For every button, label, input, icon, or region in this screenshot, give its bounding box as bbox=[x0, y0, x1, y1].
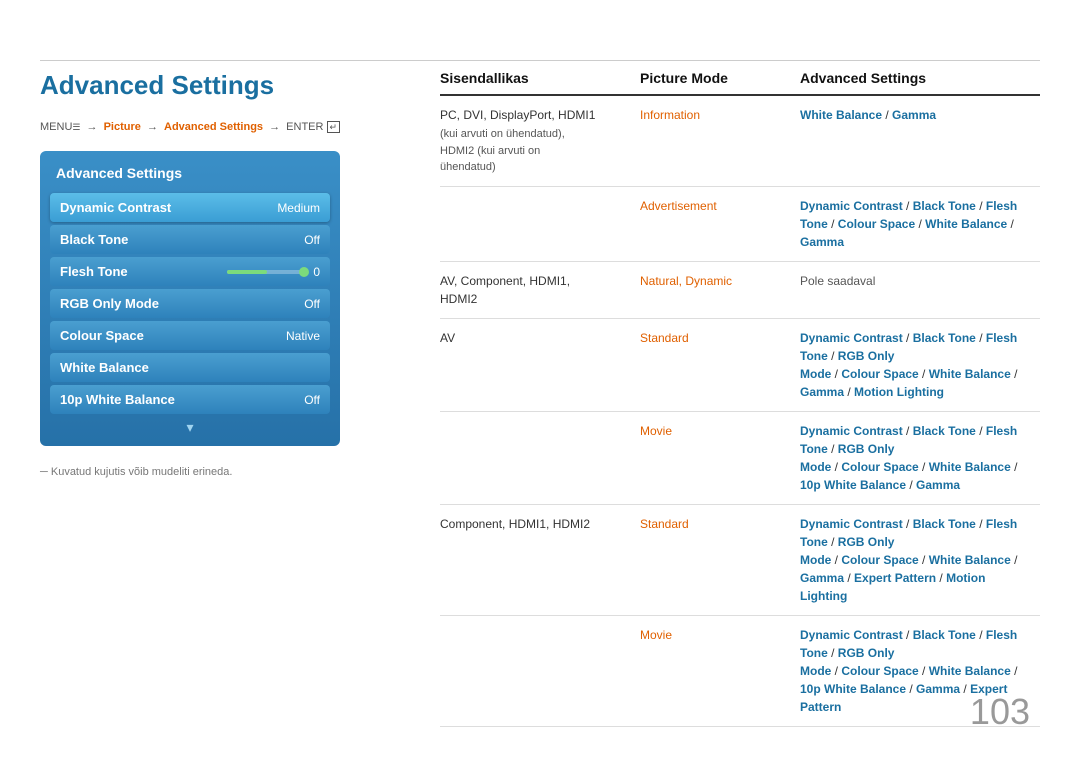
black-tone-label: Black Tone bbox=[60, 232, 128, 247]
flesh-tone-label: Flesh Tone bbox=[60, 264, 128, 279]
settings-cell-3: Pole saadaval bbox=[800, 272, 1040, 290]
table-row: AV Standard Dynamic Contrast / Black Ton… bbox=[440, 319, 1040, 412]
menu-item-flesh-tone[interactable]: Flesh Tone 0 bbox=[50, 257, 330, 286]
mode-cell-5: Movie bbox=[640, 422, 800, 440]
link-dyn-contrast: Dynamic Contrast bbox=[800, 199, 903, 213]
mode-cell-4: Standard bbox=[640, 329, 800, 347]
link-white-balance-2: White Balance bbox=[925, 217, 1007, 231]
10p-white-balance-label: 10p White Balance bbox=[60, 392, 175, 407]
source-cell-4: AV bbox=[440, 329, 640, 347]
white-balance-label: White Balance bbox=[60, 360, 149, 375]
settings-cell-5: Dynamic Contrast / Black Tone / Flesh To… bbox=[800, 422, 1040, 494]
source-sub-1: (kui arvuti on ühendatud),HDMI2 (kui arv… bbox=[440, 126, 630, 176]
mode-cell-2: Advertisement bbox=[640, 197, 800, 215]
flesh-tone-slider-dot bbox=[299, 267, 309, 277]
mode-cell-3: Natural, Dynamic bbox=[640, 272, 800, 290]
flesh-tone-slider-bar[interactable] bbox=[227, 270, 307, 274]
source-text-1: PC, DVI, DisplayPort, HDMI1 bbox=[440, 108, 595, 122]
rgb-only-label: RGB Only Mode bbox=[60, 296, 159, 311]
settings-cell-4: Dynamic Contrast / Black Tone / Flesh To… bbox=[800, 329, 1040, 401]
menu-item-black-tone[interactable]: Black Tone Off bbox=[50, 225, 330, 254]
col-header-mode: Picture Mode bbox=[640, 70, 800, 86]
breadcrumb-arrow-3: → bbox=[269, 121, 283, 133]
link-white-balance: White Balance bbox=[800, 108, 882, 122]
mode-cell-1: Information bbox=[640, 106, 800, 124]
settings-panel-title: Advanced Settings bbox=[50, 161, 330, 185]
col-header-settings: Advanced Settings bbox=[800, 70, 1040, 86]
breadcrumb-advanced: Advanced Settings bbox=[164, 121, 263, 133]
mode-cell-7: Movie bbox=[640, 626, 800, 644]
colour-space-label: Colour Space bbox=[60, 328, 144, 343]
breadcrumb-arrow-2: → bbox=[147, 121, 161, 133]
more-items-indicator: ▾ bbox=[50, 419, 330, 436]
breadcrumb-menu: MENU☰ bbox=[40, 121, 80, 133]
table-row: AV, Component, HDMI1,HDMI2 Natural, Dyna… bbox=[440, 262, 1040, 319]
link-gamma: Gamma bbox=[892, 108, 936, 122]
menu-item-rgb-only[interactable]: RGB Only Mode Off bbox=[50, 289, 330, 318]
flesh-tone-value: 0 bbox=[313, 265, 320, 279]
top-divider bbox=[40, 60, 1040, 61]
breadcrumb-enter: ENTER ↵ bbox=[286, 121, 340, 133]
dynamic-contrast-value: Medium bbox=[277, 201, 320, 215]
left-column: Advanced Settings MENU☰ → Picture → Adva… bbox=[40, 70, 410, 478]
page-number: 103 bbox=[970, 691, 1030, 733]
flesh-tone-slider-container: 0 bbox=[227, 265, 320, 279]
table-row: Movie Dynamic Contrast / Black Tone / Fl… bbox=[440, 412, 1040, 505]
table-row: Component, HDMI1, HDMI2 Standard Dynamic… bbox=[440, 505, 1040, 616]
mode-cell-6: Standard bbox=[640, 515, 800, 533]
page-title: Advanced Settings bbox=[40, 70, 410, 101]
right-column: Sisendallikas Picture Mode Advanced Sett… bbox=[440, 70, 1040, 727]
colour-space-value: Native bbox=[286, 329, 320, 343]
link-colour-space: Colour Space bbox=[838, 217, 915, 231]
breadcrumb-arrow-1: → bbox=[87, 121, 101, 133]
breadcrumb: MENU☰ → Picture → Advanced Settings → EN… bbox=[40, 121, 410, 133]
dynamic-contrast-label: Dynamic Contrast bbox=[60, 200, 171, 215]
menu-item-dynamic-contrast[interactable]: Dynamic Contrast Medium bbox=[50, 193, 330, 222]
footnote: Kuvatud kujutis võib mudeliti erineda. bbox=[40, 466, 410, 478]
10p-white-balance-value: Off bbox=[304, 393, 320, 407]
table-header: Sisendallikas Picture Mode Advanced Sett… bbox=[440, 70, 1040, 96]
menu-item-10p-white-balance[interactable]: 10p White Balance Off bbox=[50, 385, 330, 414]
settings-cell-6: Dynamic Contrast / Black Tone / Flesh To… bbox=[800, 515, 1040, 605]
link-black-tone: Black Tone bbox=[913, 199, 976, 213]
menu-item-white-balance[interactable]: White Balance bbox=[50, 353, 330, 382]
no-data-text: Pole saadaval bbox=[800, 274, 875, 288]
source-cell-3: AV, Component, HDMI1,HDMI2 bbox=[440, 272, 640, 308]
link-gamma-2: Gamma bbox=[800, 235, 844, 249]
table-row: Advertisement Dynamic Contrast / Black T… bbox=[440, 187, 1040, 262]
flesh-tone-slider-fill bbox=[227, 270, 267, 274]
table-row: PC, DVI, DisplayPort, HDMI1 (kui arvuti … bbox=[440, 96, 1040, 187]
settings-cell-2: Dynamic Contrast / Black Tone / Flesh To… bbox=[800, 197, 1040, 251]
table-row: Movie Dynamic Contrast / Black Tone / Fl… bbox=[440, 616, 1040, 727]
col-header-source: Sisendallikas bbox=[440, 70, 640, 86]
settings-cell-1: White Balance / Gamma bbox=[800, 106, 1040, 124]
rgb-only-value: Off bbox=[304, 297, 320, 311]
breadcrumb-picture: Picture bbox=[104, 121, 141, 133]
menu-item-colour-space[interactable]: Colour Space Native bbox=[50, 321, 330, 350]
black-tone-value: Off bbox=[304, 233, 320, 247]
settings-panel: Advanced Settings Dynamic Contrast Mediu… bbox=[40, 151, 340, 446]
source-cell-6: Component, HDMI1, HDMI2 bbox=[440, 515, 640, 533]
source-cell-1: PC, DVI, DisplayPort, HDMI1 (kui arvuti … bbox=[440, 106, 640, 176]
